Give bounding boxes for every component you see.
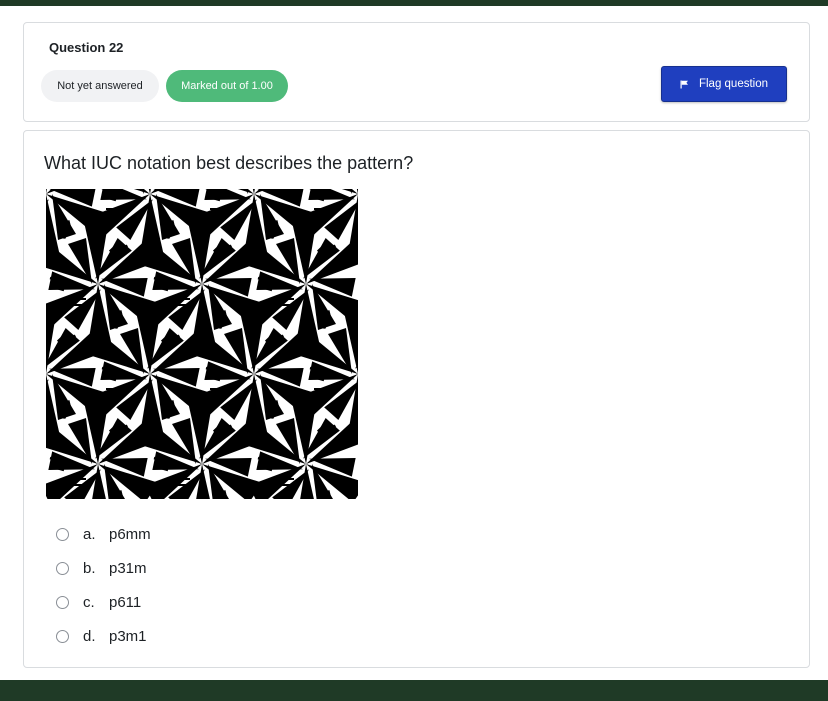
answer-options: a. p6mm b. p31m c. p611 d. p3m1 xyxy=(56,517,151,653)
answer-letter: b. xyxy=(83,559,96,577)
answer-letter: c. xyxy=(83,593,95,611)
flag-question-button[interactable]: Flag question xyxy=(661,66,787,102)
answer-label: p3m1 xyxy=(109,627,147,645)
radio-icon[interactable] xyxy=(56,527,69,541)
top-brand-bar xyxy=(0,0,828,6)
radio-icon[interactable] xyxy=(56,629,69,643)
answer-label: p31m xyxy=(109,559,147,577)
question-card: What IUC notation best describes the pat… xyxy=(23,130,810,668)
pattern-image xyxy=(46,189,358,499)
answer-letter: d. xyxy=(83,627,96,645)
answer-label: p611 xyxy=(109,593,142,611)
bottom-brand-bar xyxy=(0,680,828,701)
radio-icon[interactable] xyxy=(56,595,69,609)
question-info-card: Question 22 Not yet answered Marked out … xyxy=(23,22,810,122)
answer-label: p6mm xyxy=(109,525,151,543)
flag-question-label: Flag question xyxy=(698,78,769,90)
question-text: What IUC notation best describes the pat… xyxy=(44,153,414,173)
radio-icon[interactable] xyxy=(56,561,69,575)
answer-option-d[interactable]: d. p3m1 xyxy=(56,619,151,653)
question-number: Question 22 xyxy=(49,40,124,55)
answer-letter: a. xyxy=(83,525,96,543)
status-badge: Not yet answered xyxy=(41,70,159,102)
answer-option-b[interactable]: b. p31m xyxy=(56,551,151,585)
answer-option-c[interactable]: c. p611 xyxy=(56,585,151,619)
answer-option-a[interactable]: a. p6mm xyxy=(56,517,151,551)
flag-icon xyxy=(680,80,689,89)
mark-badge: Marked out of 1.00 xyxy=(166,70,288,102)
